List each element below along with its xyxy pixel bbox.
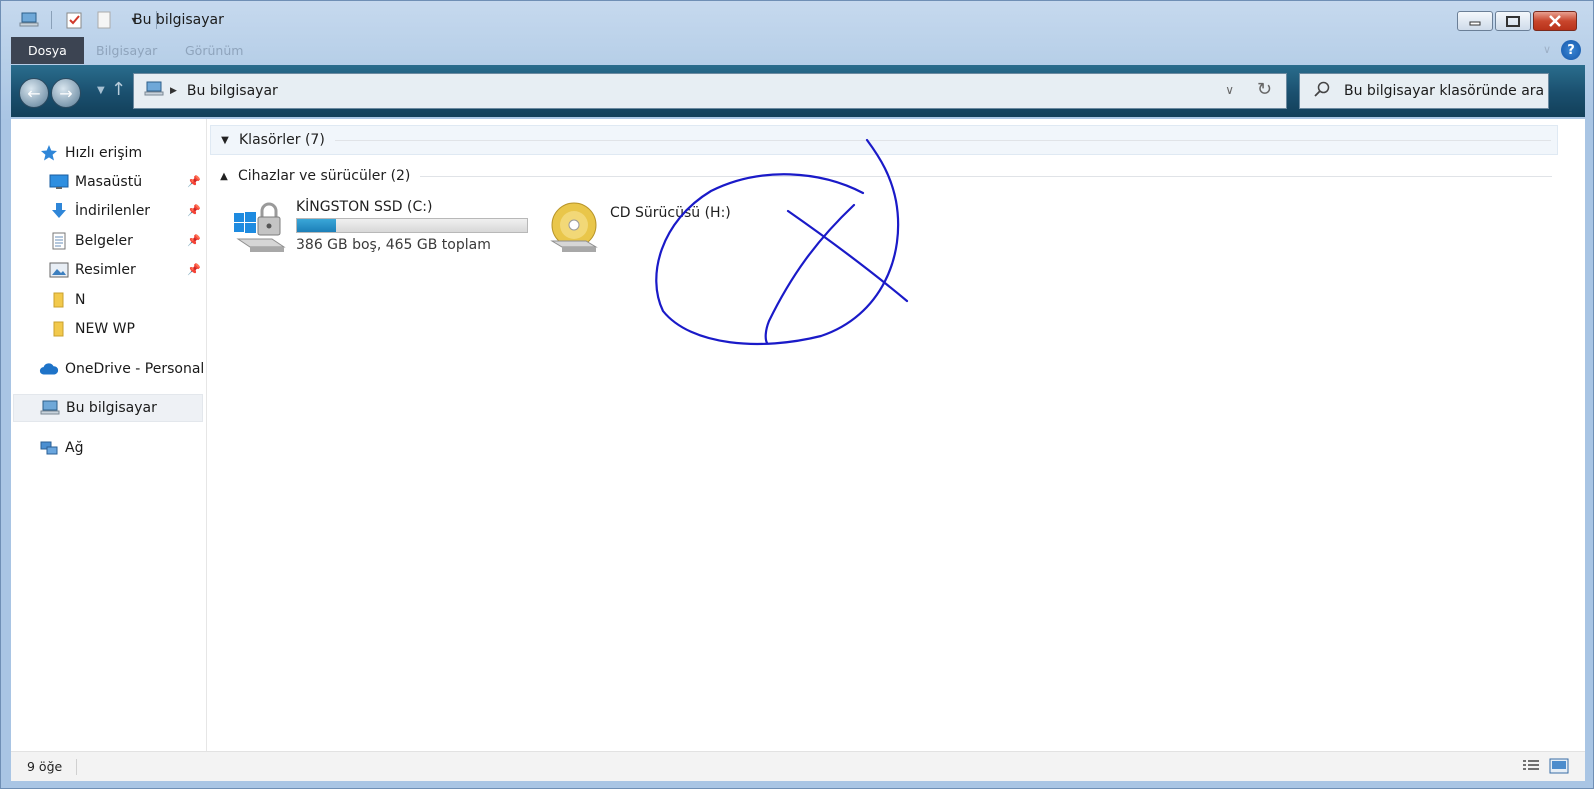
breadcrumb[interactable]: Bu bilgisayar [187, 83, 278, 99]
drive-info: CD Sürücüsü (H:) [610, 201, 731, 261]
group-divider [420, 175, 1552, 177]
close-button[interactable] [1533, 11, 1577, 31]
qat-separator [51, 11, 52, 29]
group-header-devices[interactable]: ▲ Cihazlar ve sürücüler (2) [210, 161, 1558, 191]
item-count: 9 öğe [27, 759, 63, 774]
picture-icon [49, 261, 69, 279]
title-bar: ▾ Bu bilgisayar [1, 1, 1593, 39]
sidebar-item-label: NEW WP [75, 321, 135, 337]
details-view-icon[interactable] [1521, 758, 1541, 778]
pin-icon[interactable]: 📌 [187, 263, 201, 276]
minimize-button[interactable] [1457, 11, 1493, 31]
drive-item-c[interactable]: KİNGSTON SSD (C:) 386 GB boş, 465 GB top… [232, 199, 528, 259]
new-folder-icon[interactable] [94, 11, 114, 29]
folder-icon [49, 320, 69, 338]
cloud-icon [39, 360, 59, 378]
address-bar[interactable]: ▶ Bu bilgisayar ∨ ↻ [133, 73, 1287, 109]
window-controls [1457, 11, 1577, 31]
status-bar: 9 öğe [11, 751, 1585, 781]
drive-usage-bar [296, 218, 528, 233]
large-icons-view-icon[interactable] [1549, 758, 1569, 778]
status-separator [76, 758, 78, 775]
explorer-window: ▾ Bu bilgisayar Dosya Bilgisayar Görünüm… [0, 0, 1594, 789]
collapse-icon[interactable]: ▲ [210, 171, 238, 182]
sidebar-item-pictures[interactable]: Resimler 📌 [11, 256, 207, 284]
drive-usage-fill [297, 219, 337, 232]
download-icon [49, 202, 69, 220]
sidebar-item-folder-new-wp[interactable]: NEW WP [11, 315, 207, 343]
group-header-folders[interactable]: ▼ Klasörler (7) [210, 125, 1558, 155]
sidebar-item-network[interactable]: Ağ [11, 434, 207, 462]
help-button[interactable]: ? [1561, 40, 1581, 60]
up-button[interactable]: ↑ [111, 79, 126, 100]
sidebar-item-label: İndirilenler [75, 203, 151, 219]
computer-icon [40, 399, 60, 417]
tab-gorunum[interactable]: Görünüm [185, 37, 243, 64]
sidebar-item-label: Bu bilgisayar [66, 400, 157, 416]
expand-icon[interactable]: ▼ [211, 135, 239, 146]
sidebar-item-label: Hızlı erişim [65, 145, 143, 161]
sidebar-item-folder-n[interactable]: N [11, 286, 207, 314]
windows-drive-icon [232, 199, 288, 259]
group-title: Cihazlar ve sürücüler (2) [238, 168, 411, 184]
drive-name: CD Sürücüsü (H:) [610, 205, 731, 221]
desktop-icon [49, 173, 69, 191]
breadcrumb-arrow-icon[interactable]: ▶ [170, 86, 177, 96]
sidebar-item-label: Belgeler [75, 233, 133, 249]
sidebar-item-desktop[interactable]: Masaüstü 📌 [11, 168, 207, 196]
sidebar-item-downloads[interactable]: İndirilenler 📌 [11, 197, 207, 225]
forward-button[interactable]: → [51, 78, 81, 108]
sidebar-item-onedrive[interactable]: OneDrive - Personal [11, 355, 207, 383]
document-icon [49, 232, 69, 250]
drive-item-h[interactable]: CD Sürücüsü (H:) [546, 201, 731, 261]
sidebar-item-label: N [75, 292, 86, 308]
sidebar-item-label: Resimler [75, 262, 136, 278]
expand-ribbon-icon[interactable]: ∨ [1543, 43, 1551, 56]
drive-name: KİNGSTON SSD (C:) [296, 199, 433, 215]
folder-icon [49, 291, 69, 309]
content-area: Hızlı erişim Masaüstü 📌 İndirilenler 📌 B… [11, 119, 1585, 751]
search-input[interactable]: Bu bilgisayar klasöründe ara [1299, 73, 1549, 109]
computer-icon [144, 81, 164, 101]
sidebar-item-quick-access[interactable]: Hızlı erişim [11, 139, 207, 167]
sidebar-item-label: OneDrive - Personal [65, 361, 205, 377]
computer-icon[interactable] [19, 11, 39, 29]
maximize-button[interactable] [1495, 11, 1531, 31]
tab-dosya[interactable]: Dosya [11, 37, 84, 64]
address-dropdown-icon[interactable]: ∨ [1225, 83, 1234, 97]
sidebar-item-documents[interactable]: Belgeler 📌 [11, 227, 207, 255]
drive-info: KİNGSTON SSD (C:) 386 GB boş, 465 GB top… [296, 199, 528, 259]
network-icon [39, 439, 59, 457]
properties-icon[interactable] [64, 11, 84, 29]
window-title: Bu bilgisayar [133, 12, 224, 28]
drive-space-text: 386 GB boş, 465 GB toplam [296, 237, 491, 253]
sidebar-item-this-pc[interactable]: Bu bilgisayar [13, 394, 203, 422]
pin-icon[interactable]: 📌 [187, 234, 201, 247]
refresh-icon[interactable]: ↻ [1257, 79, 1272, 100]
search-icon [1314, 81, 1330, 101]
search-placeholder: Bu bilgisayar klasöründe ara [1344, 83, 1545, 99]
view-switcher [1521, 758, 1569, 778]
star-icon [39, 144, 59, 162]
back-button[interactable]: ← [19, 78, 49, 108]
tab-bilgisayar[interactable]: Bilgisayar [96, 37, 157, 64]
sidebar-item-label: Masaüstü [75, 174, 143, 190]
cd-drive-icon [546, 201, 602, 261]
group-title: Klasörler (7) [239, 132, 325, 148]
ribbon-tabs: Dosya Bilgisayar Görünüm ∨ ? [11, 37, 1585, 64]
pin-icon[interactable]: 📌 [187, 204, 201, 217]
recent-locations-icon[interactable]: ▼ [97, 85, 105, 96]
file-view: ▼ Klasörler (7) ▲ Cihazlar ve sürücüler … [208, 119, 1585, 751]
group-divider [334, 139, 1551, 141]
pin-icon[interactable]: 📌 [187, 175, 201, 188]
navigation-pane: Hızlı erişim Masaüstü 📌 İndirilenler 📌 B… [11, 119, 207, 751]
sidebar-item-label: Ağ [65, 440, 84, 456]
navigation-bar: ← → ▼ ↑ ▶ Bu bilgisayar ∨ ↻ Bu bilgisaya… [11, 65, 1585, 117]
